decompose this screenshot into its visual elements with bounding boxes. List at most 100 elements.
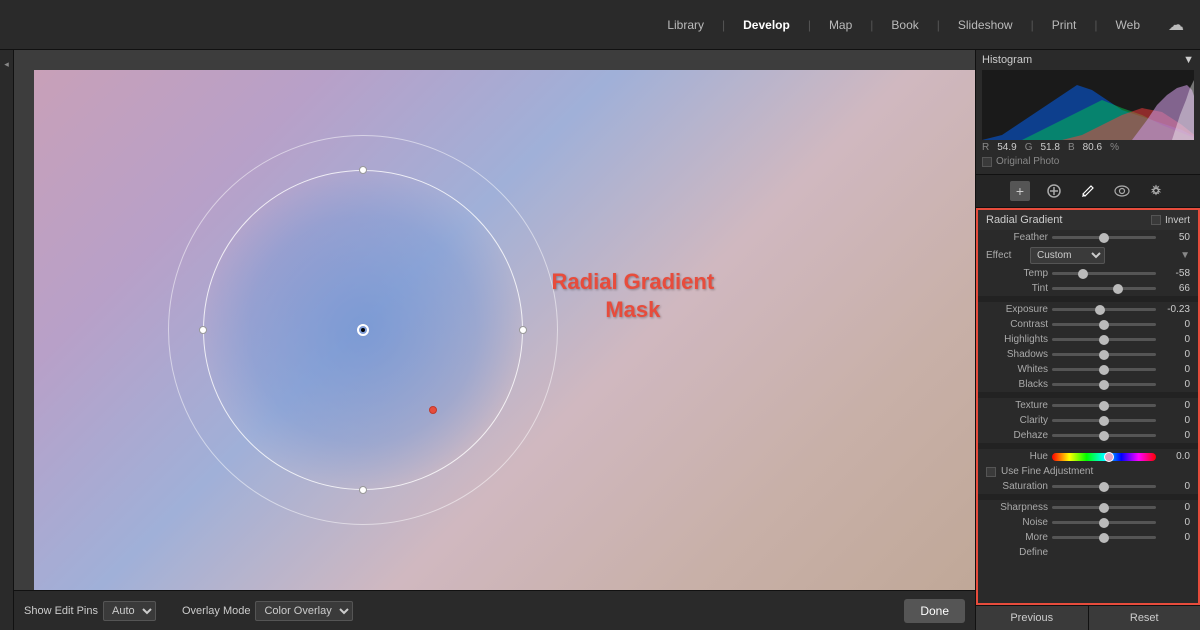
texture-label: Texture [986,400,1048,411]
gear-tool-icon[interactable] [1146,181,1166,201]
highlights-thumb[interactable] [1099,335,1109,345]
texture-slider[interactable] [1052,404,1156,407]
menu-develop[interactable]: Develop [743,18,790,32]
handle-rotate[interactable] [429,406,437,414]
main-layout: ◂ Radial Gradient [0,50,1200,630]
shadows-slider[interactable] [1052,353,1156,356]
sharpness-slider[interactable] [1052,506,1156,509]
original-photo-checkbox[interactable] [982,157,992,167]
menu-web[interactable]: Web [1116,18,1140,32]
blacks-value: 0 [1160,379,1190,390]
eye-tool-icon[interactable] [1112,181,1132,201]
saturation-thumb[interactable] [1099,482,1109,492]
more-row: More 0 [978,530,1198,545]
exposure-thumb[interactable] [1095,305,1105,315]
right-panel: Histogram ▼ R [975,50,1200,630]
noise-slider[interactable] [1052,521,1156,524]
overlay-mode-control: Overlay Mode Color Overlay [182,601,353,621]
temp-slider[interactable] [1052,272,1156,275]
highlights-slider[interactable] [1052,338,1156,341]
more-slider[interactable] [1052,536,1156,539]
contrast-label: Contrast [986,319,1048,330]
more-value: 0 [1160,532,1190,543]
handle-top[interactable] [359,166,367,174]
feather-thumb[interactable] [1099,233,1109,243]
menu-print[interactable]: Print [1052,18,1077,32]
hue-thumb[interactable] [1104,452,1114,462]
invert-checkbox[interactable] [1151,215,1161,225]
menu-library[interactable]: Library [667,18,704,32]
exposure-value: -0.23 [1160,304,1190,315]
done-button[interactable]: Done [904,599,965,623]
shadows-label: Shadows [986,349,1048,360]
saturation-slider[interactable] [1052,485,1156,488]
tint-label: Tint [986,283,1048,294]
heal-tool-icon[interactable] [1044,181,1064,201]
g-label: G [1025,142,1033,153]
feather-label: Feather [986,232,1048,243]
feather-slider[interactable] [1052,236,1156,239]
hue-row: Hue 0.0 [978,449,1198,464]
previous-button[interactable]: Previous [976,606,1089,630]
menu-slideshow[interactable]: Slideshow [958,18,1013,32]
whites-label: Whites [986,364,1048,375]
sep6: | [1094,18,1097,32]
cloud-icon[interactable]: ☁ [1168,15,1184,35]
dehaze-label: Dehaze [986,430,1048,441]
dehaze-thumb[interactable] [1099,431,1109,441]
reset-button[interactable]: Reset [1089,606,1200,630]
menu-book[interactable]: Book [891,18,918,32]
bottom-buttons: Previous Reset [976,605,1200,630]
shadows-value: 0 [1160,349,1190,360]
left-tool-expand[interactable]: ◂ [1,56,13,72]
handle-right[interactable] [519,326,527,334]
exposure-slider[interactable] [1052,308,1156,311]
more-thumb[interactable] [1099,533,1109,543]
histogram-expand-icon[interactable]: ▼ [1183,54,1194,66]
highlights-row: Highlights 0 [978,332,1198,347]
photo-background: Radial Gradient Mask [34,70,975,590]
saturation-label: Saturation [986,481,1048,492]
temp-thumb[interactable] [1078,269,1088,279]
texture-thumb[interactable] [1099,401,1109,411]
hue-slider[interactable] [1052,453,1156,461]
b-label: B [1068,142,1075,153]
sharpness-thumb[interactable] [1099,503,1109,513]
handle-center[interactable] [357,324,369,336]
highlights-value: 0 [1160,334,1190,345]
original-photo-row: Original Photo [982,153,1194,170]
whites-thumb[interactable] [1099,365,1109,375]
overlay-mode-select[interactable]: Color Overlay [255,601,353,621]
handle-left[interactable] [199,326,207,334]
contrast-slider[interactable] [1052,323,1156,326]
feather-row: Feather 50 [978,230,1198,245]
more-label: More [986,532,1048,543]
blacks-thumb[interactable] [1099,380,1109,390]
dehaze-slider[interactable] [1052,434,1156,437]
tint-slider[interactable] [1052,287,1156,290]
histogram-title: Histogram [982,54,1032,66]
radial-gradient-panel: Radial Gradient Invert Feather 50 Effect… [976,208,1200,605]
whites-value: 0 [1160,364,1190,375]
fine-adj-checkbox[interactable] [986,467,996,477]
tint-thumb[interactable] [1113,284,1123,294]
pencil-tool-icon[interactable] [1078,181,1098,201]
shadows-thumb[interactable] [1099,350,1109,360]
show-edit-pins-select[interactable]: Auto [103,601,156,621]
fine-adj-label: Use Fine Adjustment [1001,466,1093,477]
menu-map[interactable]: Map [829,18,852,32]
whites-slider[interactable] [1052,368,1156,371]
noise-thumb[interactable] [1099,518,1109,528]
clarity-slider[interactable] [1052,419,1156,422]
handle-bottom[interactable] [359,486,367,494]
histogram-section: Histogram ▼ R [976,50,1200,175]
g-value: 51.8 [1040,142,1059,153]
blacks-slider[interactable] [1052,383,1156,386]
exposure-row: Exposure -0.23 [978,302,1198,317]
add-tool-button[interactable]: + [1010,181,1030,201]
effect-select[interactable]: Custom [1030,247,1105,264]
radial-gradient-title: Radial Gradient [986,214,1062,226]
contrast-thumb[interactable] [1099,320,1109,330]
clarity-thumb[interactable] [1099,416,1109,426]
r-value: 54.9 [997,142,1016,153]
